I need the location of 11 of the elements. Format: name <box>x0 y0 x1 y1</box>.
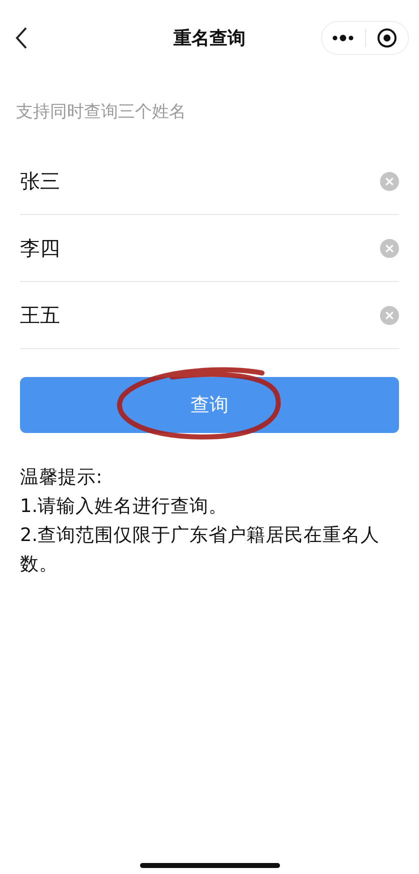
hint-text: 支持同时查询三个姓名 <box>15 101 187 124</box>
back-icon[interactable] <box>14 26 28 50</box>
name-field[interactable]: 王五 <box>20 303 380 327</box>
tip-text: 1.请输入姓名进行查询。 <box>20 495 229 519</box>
tip-text: 2.查询范围仅限于广东省户籍居民在重名人数。 <box>20 524 381 577</box>
page-title: 重名查询 <box>174 28 246 48</box>
tips-heading: 温馨提示: <box>20 466 104 490</box>
name-field[interactable]: 张三 <box>20 169 380 193</box>
name-field[interactable]: 李四 <box>20 236 380 260</box>
more-icon[interactable] <box>332 34 354 42</box>
close-icon[interactable] <box>376 28 397 48</box>
